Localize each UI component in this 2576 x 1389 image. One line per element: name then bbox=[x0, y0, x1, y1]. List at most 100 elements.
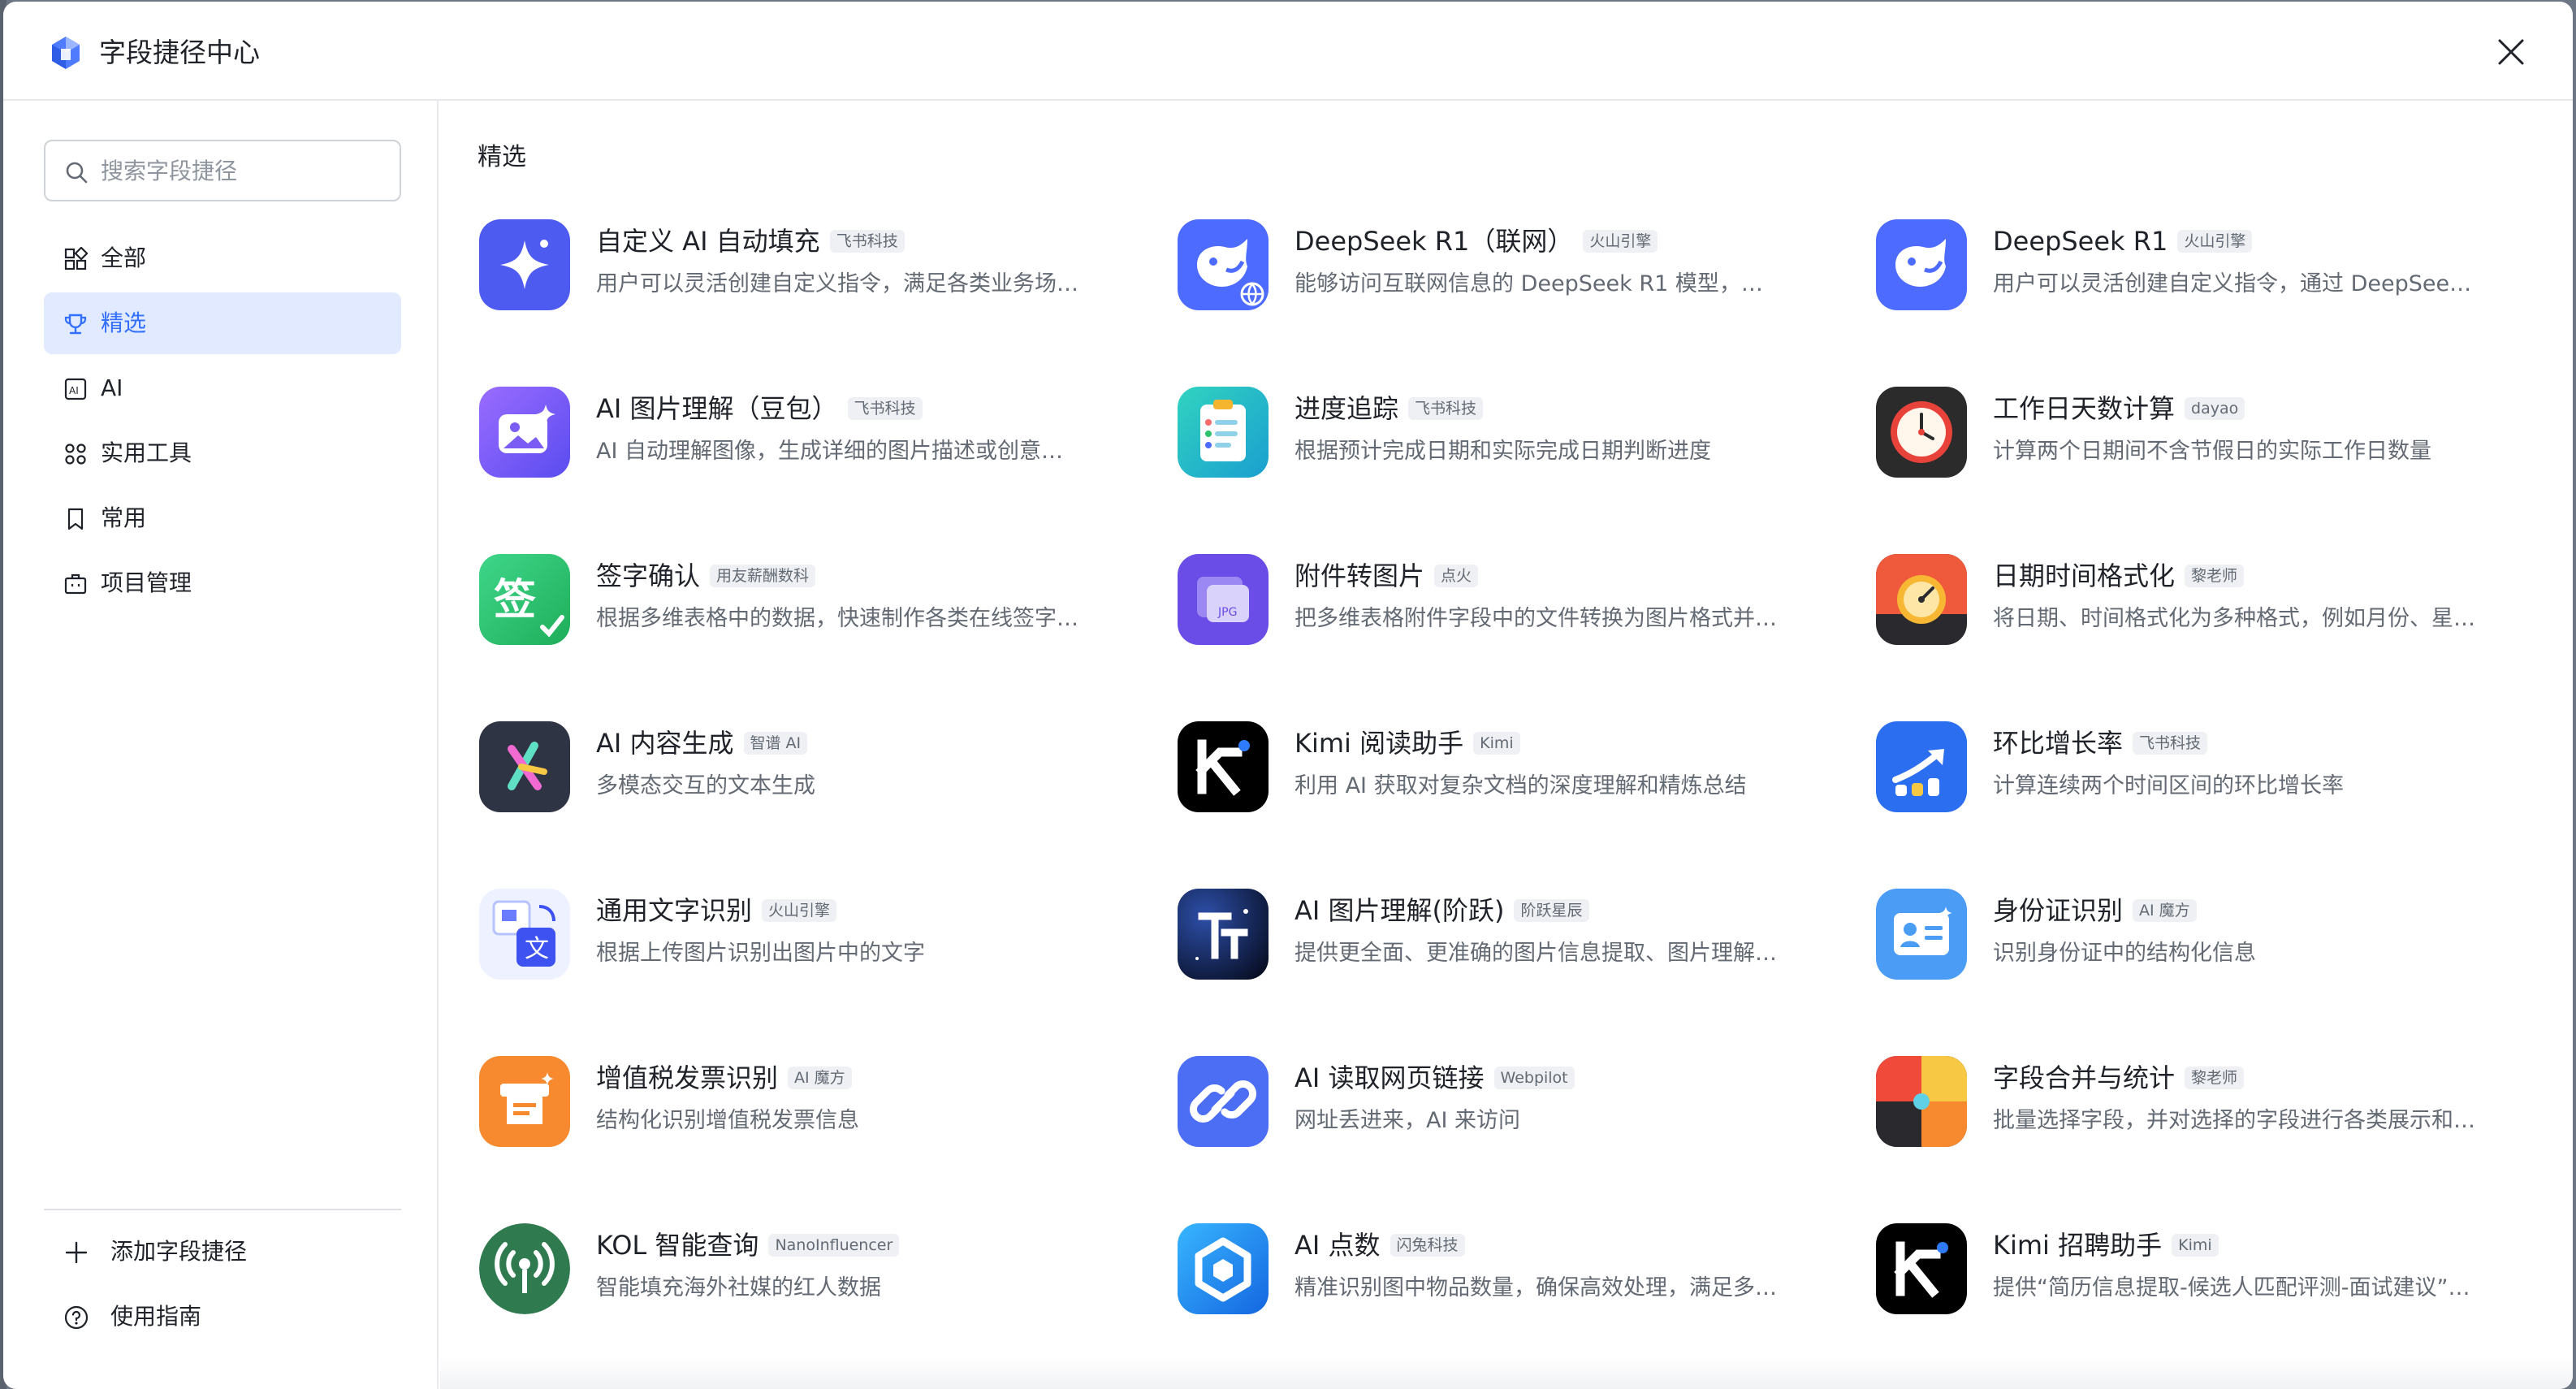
sidebar-item-project[interactable]: 项目管理 bbox=[44, 552, 401, 614]
ai-icon: AI bbox=[64, 378, 87, 400]
card-tag: NanoInfluencer bbox=[768, 1234, 900, 1257]
search-box[interactable] bbox=[44, 140, 401, 201]
shortcut-card[interactable]: Kimi 招聘助手 Kimi 提供“简历信息提取-候选人匹配评测-面试建议”等功能 bbox=[1876, 1210, 2542, 1332]
shortcut-card[interactable]: AI 点数 闪兔科技 精准识别图中物品数量，确保高效处理，满足多种场景 bbox=[1178, 1210, 1843, 1332]
card-tag: 飞书科技 bbox=[1408, 397, 1484, 420]
card-name: 自定义 AI 自动填充 bbox=[596, 226, 820, 257]
sidebar-item-label: AI bbox=[101, 374, 123, 401]
shortcut-card[interactable]: 环比增长率 飞书科技 计算连续两个时间区间的环比增长率 bbox=[1876, 708, 2542, 830]
card-desc: 根据上传图片识别出图片中的文字 bbox=[596, 941, 925, 966]
sidebar-item-label: 常用 bbox=[101, 504, 147, 531]
card-tag: 飞书科技 bbox=[847, 397, 923, 420]
close-icon[interactable] bbox=[2495, 36, 2527, 68]
card-name: AI 点数 bbox=[1294, 1230, 1381, 1261]
card-desc: 网址丢进来，AI 来访问 bbox=[1294, 1108, 1521, 1133]
trophy-icon bbox=[64, 314, 87, 335]
shortcut-card[interactable]: AI 图片理解(阶跃) 阶跃星辰 提供更全面、更准确的图片信息提取、图片理解能力 bbox=[1178, 876, 1843, 997]
sidebar: 全部 精选 AI AI bbox=[3, 101, 439, 1389]
card-desc: 批量选择字段，并对选择的字段进行各类展示和统计 bbox=[1993, 1108, 2480, 1133]
card-desc: 把多维表格附件字段中的文件转换为图片格式并保存 bbox=[1294, 606, 1782, 631]
card-tag: Kimi bbox=[1473, 732, 1520, 755]
dialog-title: 字段捷径中心 bbox=[99, 37, 260, 68]
help-icon bbox=[64, 1305, 89, 1330]
sparkle-icon bbox=[479, 219, 570, 310]
card-desc: 识别身份证中的结构化信息 bbox=[1993, 941, 2256, 966]
shortcut-card[interactable]: 身份证识别 AI 魔方 识别身份证中的结构化信息 bbox=[1876, 876, 2542, 997]
kimi-icon bbox=[1178, 721, 1269, 812]
sidebar-item-all[interactable]: 全部 bbox=[44, 227, 401, 289]
card-name: 进度追踪 bbox=[1294, 393, 1399, 424]
card-tag: 闪兔科技 bbox=[1390, 1234, 1465, 1257]
card-tag: AI 魔方 bbox=[2133, 899, 2197, 922]
sidebar-divider bbox=[44, 1209, 401, 1210]
card-name: AI 图片理解(阶跃) bbox=[1294, 895, 1505, 926]
card-name: Kimi 阅读助手 bbox=[1294, 728, 1464, 759]
svg-text:签: 签 bbox=[494, 576, 536, 625]
gauge-icon bbox=[1876, 554, 1967, 645]
sidebar-item-label: 实用工具 bbox=[101, 439, 192, 466]
shortcut-card[interactable]: AI 内容生成 智谱 AI 多模态交互的文本生成 bbox=[479, 708, 1145, 830]
shortcut-card[interactable]: Kimi 阅读助手 Kimi 利用 AI 获取对复杂文档的深度理解和精炼总结 bbox=[1178, 708, 1843, 830]
card-tag: 点火 bbox=[1434, 565, 1479, 587]
card-desc: 能够访问互联网信息的 DeepSeek R1 模型，提供最新信息 bbox=[1294, 271, 1782, 296]
plus-icon bbox=[65, 1241, 88, 1264]
shortcut-card[interactable]: AI 图片理解（豆包） 飞书科技 AI 自动理解图像，生成详细的图片描述或创意文案 bbox=[479, 374, 1145, 495]
shortcut-card[interactable]: AI 读取网页链接 Webpilot 网址丢进来，AI 来访问 bbox=[1178, 1043, 1843, 1165]
svg-text:文: 文 bbox=[525, 935, 549, 963]
card-desc: 提供“简历信息提取-候选人匹配评测-面试建议”等功能 bbox=[1993, 1275, 2480, 1300]
card-name: 通用文字识别 bbox=[596, 895, 753, 926]
shortcut-card[interactable]: 进度追踪 飞书科技 根据预计完成日期和实际完成日期判断进度 bbox=[1178, 374, 1843, 495]
card-name: 字段合并与统计 bbox=[1993, 1062, 2176, 1093]
shortcut-card[interactable]: KOL 智能查询 NanoInfluencer 智能填充海外社媒的红人数据 bbox=[479, 1210, 1145, 1332]
shortcut-card[interactable]: 自定义 AI 自动填充飞书科技 用户可以灵活创建自定义指令，满足各类业务场景的需… bbox=[479, 206, 1145, 328]
app-logo-icon bbox=[52, 37, 80, 69]
card-name: AI 内容生成 bbox=[596, 728, 734, 759]
shortcut-card[interactable]: 增值税发票识别 AI 魔方 结构化识别增值税发票信息 bbox=[479, 1043, 1145, 1165]
sidebar-item-featured[interactable]: 精选 bbox=[44, 292, 401, 354]
kimi-icon bbox=[1876, 1223, 1967, 1314]
card-desc: 根据预计完成日期和实际完成日期判断进度 bbox=[1294, 439, 1711, 464]
card-tag: 黎老师 bbox=[2185, 565, 2245, 587]
card-desc: 提供更全面、更准确的图片信息提取、图片理解能力 bbox=[1294, 941, 1782, 966]
image-ai-icon bbox=[479, 387, 570, 478]
clock-icon bbox=[1876, 387, 1967, 478]
card-desc: 精准识别图中物品数量，确保高效处理，满足多种场景 bbox=[1294, 1275, 1782, 1300]
cube-icon bbox=[1178, 1223, 1269, 1314]
add-shortcut-button[interactable]: 添加字段捷径 bbox=[44, 1223, 401, 1280]
card-tag: 智谱 AI bbox=[743, 732, 808, 755]
card-name: DeepSeek R1（联网） bbox=[1294, 226, 1574, 257]
svg-text:AI: AI bbox=[69, 385, 79, 396]
card-name: 附件转图片 bbox=[1294, 560, 1425, 591]
card-name: DeepSeek R1 bbox=[1993, 226, 2168, 257]
growth-chart-icon bbox=[1876, 721, 1967, 812]
shortcut-card[interactable]: 文 通用文字识别 火山引擎 根据上传图片识别出图片中的文字 bbox=[479, 876, 1145, 997]
shortcut-card[interactable]: DeepSeek R1 火山引擎 用户可以灵活创建自定义指令，通过 DeepSee… bbox=[1876, 206, 2542, 328]
add-shortcut-label: 添加字段捷径 bbox=[110, 1238, 248, 1265]
card-name: 环比增长率 bbox=[1993, 728, 2124, 759]
shortcut-card[interactable]: 字段合并与统计 黎老师 批量选择字段，并对选择的字段进行各类展示和统计 bbox=[1876, 1043, 2542, 1165]
card-desc: 计算两个日期间不含节假日的实际工作日数量 bbox=[1993, 439, 2431, 464]
section-title: 精选 bbox=[478, 143, 526, 171]
shortcut-card[interactable]: 日期时间格式化 黎老师 将日期、时间格式化为多种格式，例如月份、星期等 bbox=[1876, 541, 2542, 663]
card-desc: 用户可以灵活创建自定义指令，通过 DeepSeek R1 模型生成内容 bbox=[1993, 271, 2480, 296]
card-tag: 用友薪酬数科 bbox=[710, 565, 816, 587]
stepfun-icon bbox=[1178, 889, 1269, 980]
dialog-header: 字段捷径中心 bbox=[3, 2, 2573, 101]
card-desc: 计算连续两个时间区间的环比增长率 bbox=[1993, 773, 2344, 798]
user-guide-label: 使用指南 bbox=[110, 1303, 202, 1330]
card-tag: 黎老师 bbox=[2185, 1067, 2245, 1089]
sidebar-item-frequent[interactable]: 常用 bbox=[44, 487, 401, 549]
shortcut-card[interactable]: 签 签字确认 用友薪酬数科 根据多维表格中的数据，快速制作各类在线签字确认单 bbox=[479, 541, 1145, 663]
search-icon bbox=[66, 162, 88, 184]
card-tag: 飞书科技 bbox=[829, 230, 905, 253]
sidebar-item-label: 精选 bbox=[101, 309, 147, 336]
card-tag: 飞书科技 bbox=[2133, 732, 2208, 755]
shortcut-card[interactable]: JPG 附件转图片 点火 把多维表格附件字段中的文件转换为图片格式并保存 bbox=[1178, 541, 1843, 663]
shortcut-card[interactable]: DeepSeek R1（联网） 火山引擎 能够访问互联网信息的 DeepSeek … bbox=[1178, 206, 1843, 328]
user-guide-button[interactable]: 使用指南 bbox=[44, 1288, 401, 1345]
shortcut-card[interactable]: 工作日天数计算 dayao 计算两个日期间不含节假日的实际工作日数量 bbox=[1876, 374, 2542, 495]
card-tag: AI 魔方 bbox=[788, 1067, 852, 1089]
search-input[interactable] bbox=[101, 151, 385, 190]
sidebar-item-tools[interactable]: 实用工具 bbox=[44, 422, 401, 484]
sidebar-item-ai[interactable]: AI AI bbox=[44, 357, 401, 419]
